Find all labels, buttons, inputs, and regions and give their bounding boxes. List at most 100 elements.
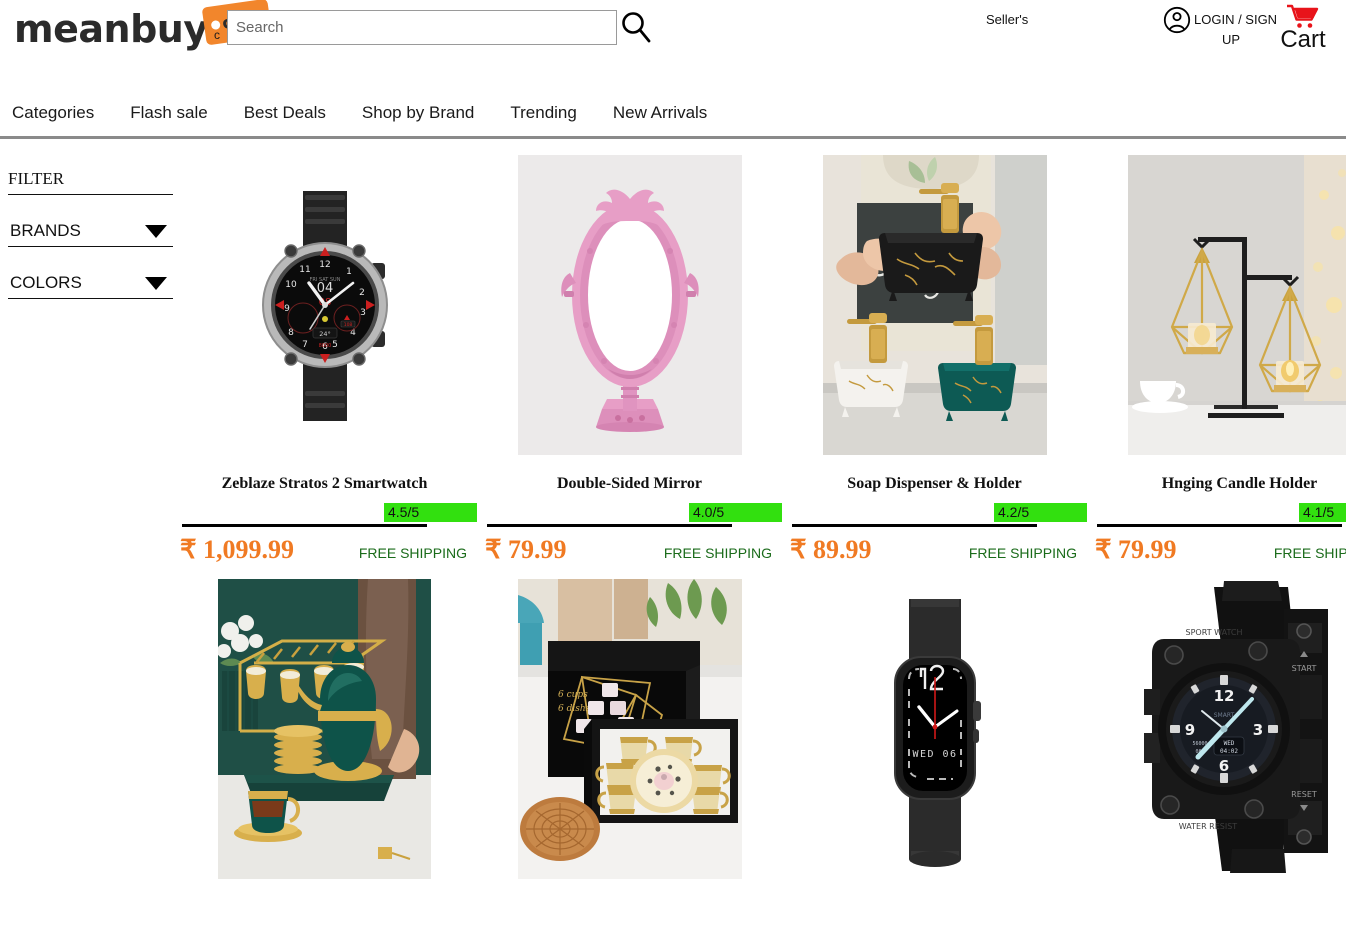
product-card[interactable]: 12 1 2 3 4 5 6 7 8 9 10 11 04 FRI SAT SU…: [172, 147, 477, 565]
rating-badge: 4.1/5: [1299, 503, 1346, 522]
svg-text:SPORT WATCH: SPORT WATCH: [1185, 628, 1242, 637]
filter-sidebar: FILTER BRANDS COLORS: [0, 139, 173, 879]
product-grid: 12 1 2 3 4 5 6 7 8 9 10 11 04 FRI SAT SU…: [172, 139, 1346, 879]
shipping-label: FREE SHIPPING: [1273, 545, 1346, 561]
black-square-smartwatch-image[interactable]: WED 06: [822, 579, 1047, 879]
product-title: Zeblaze Stratos 2 Smartwatch: [221, 475, 428, 492]
product-price: ₹ 79.99: [1095, 535, 1177, 564]
watch-date-label: WED 06: [912, 749, 957, 760]
filter-group-brands-label: BRANDS: [10, 221, 81, 240]
svg-text:SMART: SMART: [1213, 712, 1234, 719]
svg-text:10: 10: [285, 280, 297, 290]
main-navigation: Categories Flash sale Best Deals Shop by…: [0, 90, 1346, 136]
nav-item-best-deals[interactable]: Best Deals: [244, 103, 326, 123]
svg-text:12: 12: [319, 260, 330, 270]
tactical-numeral-12: 12: [1213, 687, 1234, 705]
search-icon[interactable]: [620, 10, 652, 44]
tactical-start-label: START: [1291, 664, 1316, 673]
svg-text:24°: 24°: [319, 330, 331, 338]
filter-group-colors-label: COLORS: [10, 273, 82, 292]
price-row: ₹ 89.99 FREE SHIPPING: [782, 535, 1087, 565]
price-row: ₹ 79.99 FREE SHIPPING: [477, 535, 782, 565]
product-title: Double-Sided Mirror: [556, 475, 703, 492]
teal-gold-tea-set-image[interactable]: [218, 579, 431, 879]
price-divider: [1097, 524, 1342, 527]
filter-heading: FILTER: [8, 169, 173, 195]
rating-badge: 4.5/5: [384, 503, 477, 522]
user-circle-icon: [1163, 6, 1191, 34]
login-label-line1: LOGIN / SIGN: [1194, 12, 1278, 27]
page-content: FILTER BRANDS COLORS 12 1 2 3 4 5 6 7 8 …: [0, 139, 1346, 879]
chevron-down-icon: [145, 276, 167, 290]
tactical-reset-label: RESET: [1291, 790, 1317, 799]
gold-teacup-gift-set-image[interactable]: 6 cups 6 dishs: [517, 579, 742, 879]
price-divider: [487, 524, 732, 527]
svg-text:2: 2: [359, 288, 365, 298]
svg-text:WATER RESIST: WATER RESIST: [1178, 822, 1236, 831]
price-divider: [792, 524, 1037, 527]
shipping-label: FREE SHIPPING: [968, 545, 1077, 561]
svg-text:5: 5: [332, 340, 338, 350]
shipping-label: FREE SHIPPING: [663, 545, 772, 561]
chevron-down-icon: [145, 224, 167, 238]
product-card[interactable]: WED 06: [782, 565, 1087, 879]
cart-button[interactable]: Cart: [1270, 4, 1336, 52]
product-title: Hnging Candle Holder: [1161, 475, 1318, 492]
svg-text:3: 3: [360, 308, 366, 318]
product-card[interactable]: [172, 565, 477, 879]
svg-text:1: 1: [346, 267, 352, 277]
rating-row: 4.2/5: [782, 503, 1087, 522]
sellers-link[interactable]: Seller's: [986, 12, 1028, 27]
soap-dispenser-holder-image[interactable]: [822, 155, 1047, 455]
product-card[interactable]: Soap Dispenser & Holder 4.2/5 ₹ 89.99 FR…: [782, 147, 1087, 565]
rating-badge: 4.0/5: [689, 503, 782, 522]
tactical-sports-watch-image[interactable]: 12 3 6 9 SMART WED 04:02 56000 080: [1127, 579, 1346, 879]
svg-text:6 dishs: 6 dishs: [558, 704, 591, 714]
logo-wordmark: meanbuy: [14, 7, 208, 51]
svg-text:6 cups: 6 cups: [558, 690, 588, 700]
product-title: Soap Dispenser & Holder: [847, 475, 1022, 492]
search-input[interactable]: [227, 10, 617, 45]
tactical-numeral-3: 3: [1252, 721, 1262, 739]
double-sided-mirror-image[interactable]: [517, 155, 742, 455]
hanging-candle-holder-image[interactable]: [1127, 155, 1346, 455]
svg-text:04:02: 04:02: [1219, 748, 1237, 755]
product-card[interactable]: 12 3 6 9 SMART WED 04:02 56000 080: [1087, 565, 1346, 879]
logo-subtext: c: [214, 28, 220, 42]
svg-text:11: 11: [299, 265, 310, 275]
rating-row: 4.1/5: [1087, 503, 1346, 522]
cart-label: Cart: [1280, 26, 1326, 53]
nav-item-shop-by-brand[interactable]: Shop by Brand: [362, 103, 474, 123]
filter-group-brands[interactable]: BRANDS: [8, 221, 173, 247]
price-row: ₹ 1,099.99 FREE SHIPPING: [172, 535, 477, 565]
svg-text:04: 04: [316, 281, 333, 296]
price-divider: [182, 524, 427, 527]
product-card[interactable]: Double-Sided Mirror 4.0/5 ₹ 79.99 FREE S…: [477, 147, 782, 565]
rating-row: 4.5/5: [172, 503, 477, 522]
product-card[interactable]: 6 cups 6 dishs: [477, 565, 782, 879]
shipping-label: FREE SHIPPING: [358, 545, 467, 561]
filter-group-colors[interactable]: COLORS: [8, 273, 173, 299]
price-row: ₹ 79.99 FREE SHIPPING: [1087, 535, 1346, 565]
product-price: ₹ 79.99: [485, 535, 567, 564]
product-price: ₹ 89.99: [790, 535, 872, 564]
rating-badge: 4.2/5: [994, 503, 1087, 522]
svg-text:FRI SAT SUN: FRI SAT SUN: [309, 277, 340, 283]
product-row: 12 1 2 3 4 5 6 7 8 9 10 11 04 FRI SAT SU…: [172, 147, 1346, 565]
product-card[interactable]: Hnging Candle Holder 4.1/5 ₹ 79.99 FREE …: [1087, 147, 1346, 565]
tactical-numeral-6: 6: [1218, 757, 1228, 775]
nav-item-categories[interactable]: Categories: [12, 103, 94, 123]
zeblaze-stratos-2-smartwatch-image[interactable]: 12 1 2 3 4 5 6 7 8 9 10 11 04 FRI SAT SU…: [212, 155, 437, 455]
product-row: 6 cups 6 dishs WED 06 12 3 6 9 SMART WED…: [172, 565, 1346, 879]
svg-text:108: 108: [343, 322, 352, 328]
svg-text:8000: 8000: [318, 343, 331, 349]
nav-item-trending[interactable]: Trending: [510, 103, 576, 123]
nav-item-flash-sale[interactable]: Flash sale: [130, 103, 207, 123]
svg-text:WED: WED: [1223, 740, 1234, 747]
nav-item-new-arrivals[interactable]: New Arrivals: [613, 103, 707, 123]
site-header: meanbuy com c Seller's LOGIN / SIGN UP C…: [0, 0, 1346, 90]
tactical-numeral-9: 9: [1184, 721, 1194, 739]
product-price: ₹ 1,099.99: [180, 535, 295, 564]
svg-text:7: 7: [302, 340, 308, 350]
rating-row: 4.0/5: [477, 503, 782, 522]
